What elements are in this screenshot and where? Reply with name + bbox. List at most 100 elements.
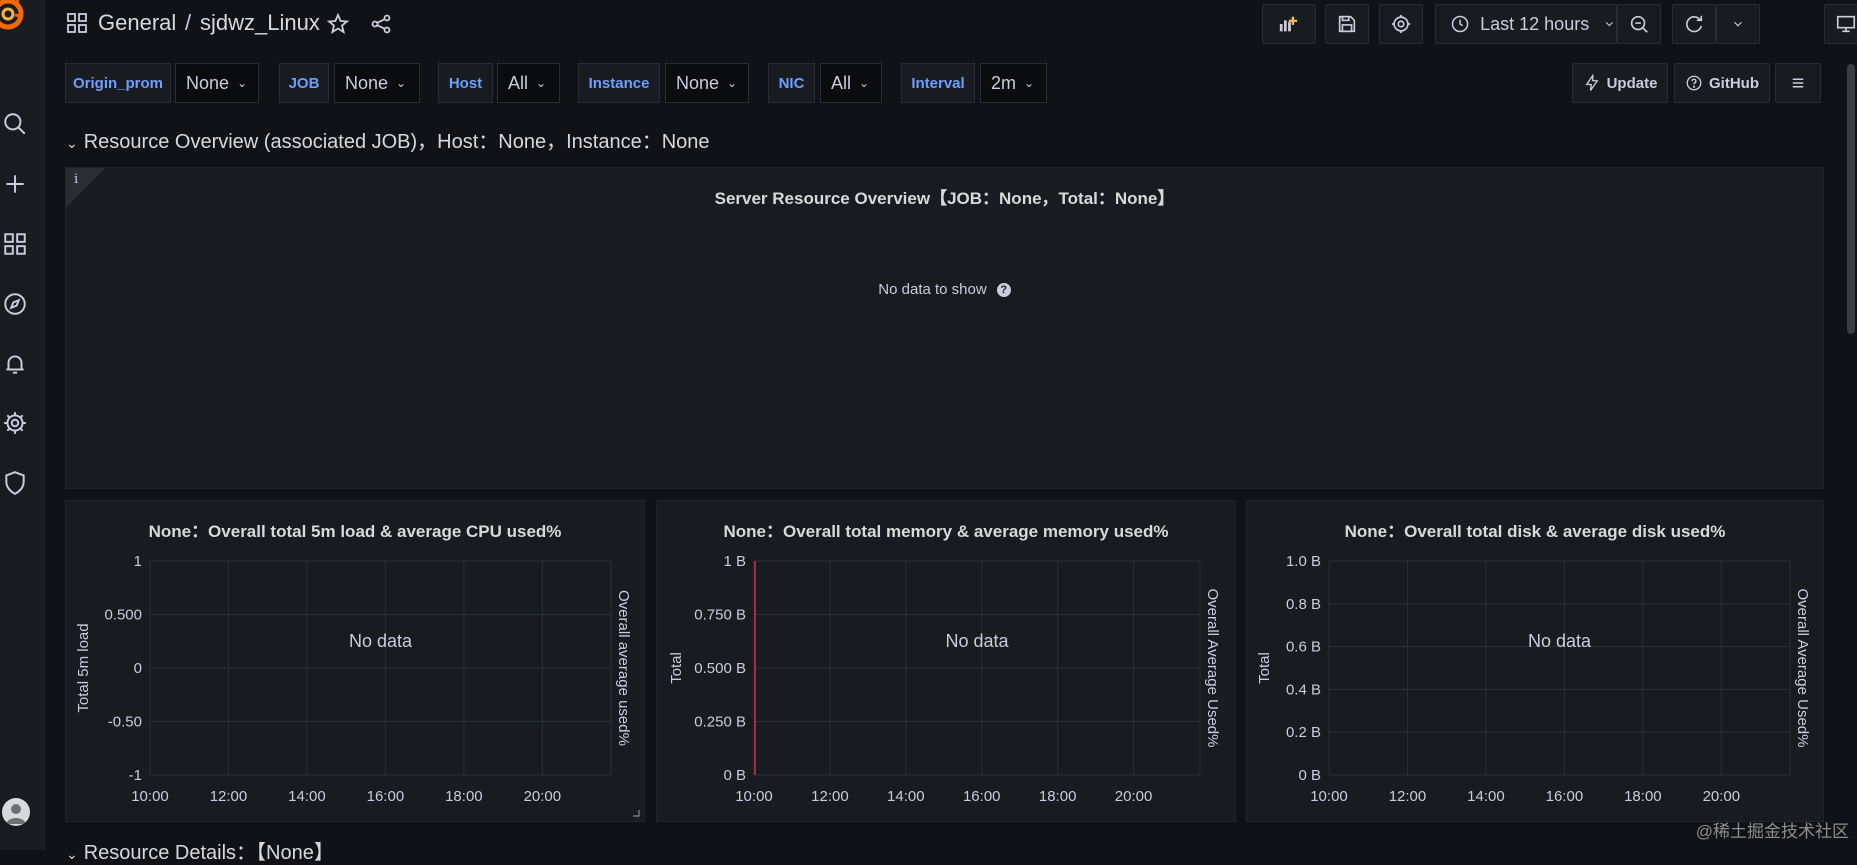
update-link-button[interactable]: Update [1572, 63, 1668, 103]
var-select-host[interactable]: All ⌄ [497, 63, 560, 103]
y-tick-label: 0 [134, 660, 142, 677]
explore-compass-icon[interactable] [0, 289, 30, 319]
x-tick-label: 10:00 [131, 788, 169, 805]
hamburger-menu-icon [1792, 78, 1804, 88]
search-icon[interactable] [0, 109, 30, 139]
panel-title[interactable]: Server Resource Overview【JOB：None，Total：… [66, 184, 1823, 209]
breadcrumb-folder[interactable]: General [98, 10, 176, 36]
dashboard-grid-icon [67, 13, 87, 33]
side-menu [0, 0, 45, 850]
var-value: All [508, 72, 529, 93]
y-tick-label: 0 B [1298, 767, 1321, 784]
y-tick-label: 0.250 B [694, 714, 746, 731]
row-title-overview[interactable]: ⌄ Resource Overview (associated JOB)，Host… [66, 125, 710, 154]
y-tick-label: 0.500 B [694, 660, 746, 677]
y-tick-label: 0.6 B [1286, 639, 1321, 656]
chevron-down-icon [1734, 21, 1742, 27]
grafana-logo-icon[interactable] [0, 0, 34, 36]
y-tick-label: -0.50 [108, 714, 142, 731]
panel-server-overview: i Server Resource Overview【JOB：None，Tota… [65, 167, 1824, 489]
no-data-label: No data [945, 631, 1009, 651]
x-tick-label: 12:00 [811, 788, 849, 805]
star-icon[interactable] [326, 12, 350, 36]
help-icon[interactable]: ? [996, 283, 1011, 298]
scrollbar[interactable] [1847, 64, 1855, 334]
x-tick-label: 14:00 [288, 788, 326, 805]
watermark: @稀土掘金技术社区 [1695, 822, 1849, 841]
time-picker-button[interactable]: Last 12 hours [1435, 4, 1617, 44]
share-icon[interactable] [369, 12, 393, 36]
x-tick-label: 18:00 [1624, 788, 1662, 805]
var-select-nic[interactable]: All ⌄ [820, 63, 882, 103]
server-admin-shield-icon[interactable] [0, 468, 30, 498]
help-circle-icon [1686, 75, 1702, 91]
x-tick-label: 12:00 [210, 788, 248, 805]
var-select-origin-prom[interactable]: None ⌄ [175, 63, 259, 103]
var-value: None [345, 72, 389, 93]
y-axis-label: Total [668, 652, 685, 684]
row-overview-label: Resource Overview (associated JOB)，Host：… [83, 131, 710, 153]
no-data-label: No data [1528, 631, 1592, 651]
var-select-job[interactable]: None ⌄ [334, 63, 420, 103]
var-label-nic: NIC [768, 63, 815, 103]
y-tick-label: 0.500 [104, 607, 142, 624]
var-label-origin-prom: Origin_prom [65, 63, 171, 103]
save-dashboard-button[interactable] [1325, 4, 1369, 44]
dashboard-title[interactable]: sjdwz_Linux [200, 10, 320, 36]
var-select-interval[interactable]: 2m ⌄ [980, 63, 1047, 103]
var-value: 2m [991, 72, 1017, 93]
row-details-label: Resource Details：【None】 [83, 842, 334, 864]
chevron-down-icon: ⌄ [66, 135, 78, 151]
var-label-instance: Instance [578, 63, 660, 103]
monitor-icon [1836, 15, 1856, 33]
y2-axis-label: Overall average used% [615, 590, 632, 746]
chevron-down-icon: ⌄ [536, 76, 547, 90]
var-value: None [676, 72, 720, 93]
alerting-bell-icon[interactable] [0, 349, 30, 379]
y2-axis-label: Overall Average Used% [1204, 589, 1221, 748]
chevron-down-icon: ⌄ [66, 846, 78, 862]
add-panel-button[interactable] [1262, 4, 1316, 44]
row-title-details[interactable]: ⌄ Resource Details：【None】 [66, 836, 334, 865]
resize-handle-icon[interactable] [632, 809, 640, 817]
panel-cpu-load: None：Overall total 5m load & average CPU… [65, 500, 645, 822]
dashboard-settings-button[interactable] [1379, 4, 1423, 44]
settings-gear-icon [1391, 14, 1411, 34]
configuration-gear-icon[interactable] [0, 408, 30, 438]
refresh-button[interactable] [1672, 4, 1716, 44]
panel-disk: None：Overall total disk & average disk u… [1246, 500, 1824, 822]
no-data-message: No data to show? [66, 281, 1823, 298]
chart-memory: 1 B 0.750 B 0.500 B 0.250 B 0 B 10:00 12:00 14:… [668, 553, 1221, 805]
x-tick-label: 18:00 [445, 788, 483, 805]
refresh-interval-dropdown[interactable] [1716, 4, 1760, 44]
y-tick-label: 1.0 B [1286, 553, 1321, 570]
y-tick-label: 1 [134, 553, 142, 570]
x-tick-label: 18:00 [1039, 788, 1077, 805]
create-plus-icon[interactable] [0, 169, 30, 199]
x-tick-label: 10:00 [1310, 788, 1348, 805]
chart-disk: 1.0 B 0.8 B 0.6 B 0.4 B 0.2 B 0 B 10:00 12:00 14… [1256, 553, 1811, 805]
top-navbar: General / sjdwz_Linux Last 12 hours [44, 0, 1857, 48]
y-tick-label: 0.4 B [1286, 681, 1321, 698]
y-tick-label: 0 B [723, 767, 746, 784]
user-avatar[interactable] [2, 798, 30, 826]
x-tick-label: 20:00 [524, 788, 562, 805]
dashboards-icon[interactable] [0, 229, 30, 259]
chevron-down-icon: ⌄ [1024, 76, 1035, 90]
var-select-instance[interactable]: None ⌄ [665, 63, 749, 103]
save-icon [1338, 15, 1356, 33]
x-tick-label: 16:00 [963, 788, 1001, 805]
y-tick-label: 0.2 B [1286, 724, 1321, 741]
x-tick-label: 16:00 [367, 788, 405, 805]
var-value: All [831, 72, 852, 93]
y-tick-label: 1 B [723, 553, 746, 570]
x-tick-label: 12:00 [1389, 788, 1427, 805]
menu-button[interactable] [1775, 63, 1821, 103]
no-data-text: No data to show [878, 281, 987, 298]
tv-mode-button[interactable] [1824, 4, 1857, 44]
zoom-out-button[interactable] [1617, 4, 1661, 44]
bolt-icon [1585, 74, 1599, 91]
x-tick-label: 14:00 [1467, 788, 1505, 805]
x-tick-label: 20:00 [1703, 788, 1741, 805]
github-link-button[interactable]: GitHub [1674, 63, 1770, 103]
